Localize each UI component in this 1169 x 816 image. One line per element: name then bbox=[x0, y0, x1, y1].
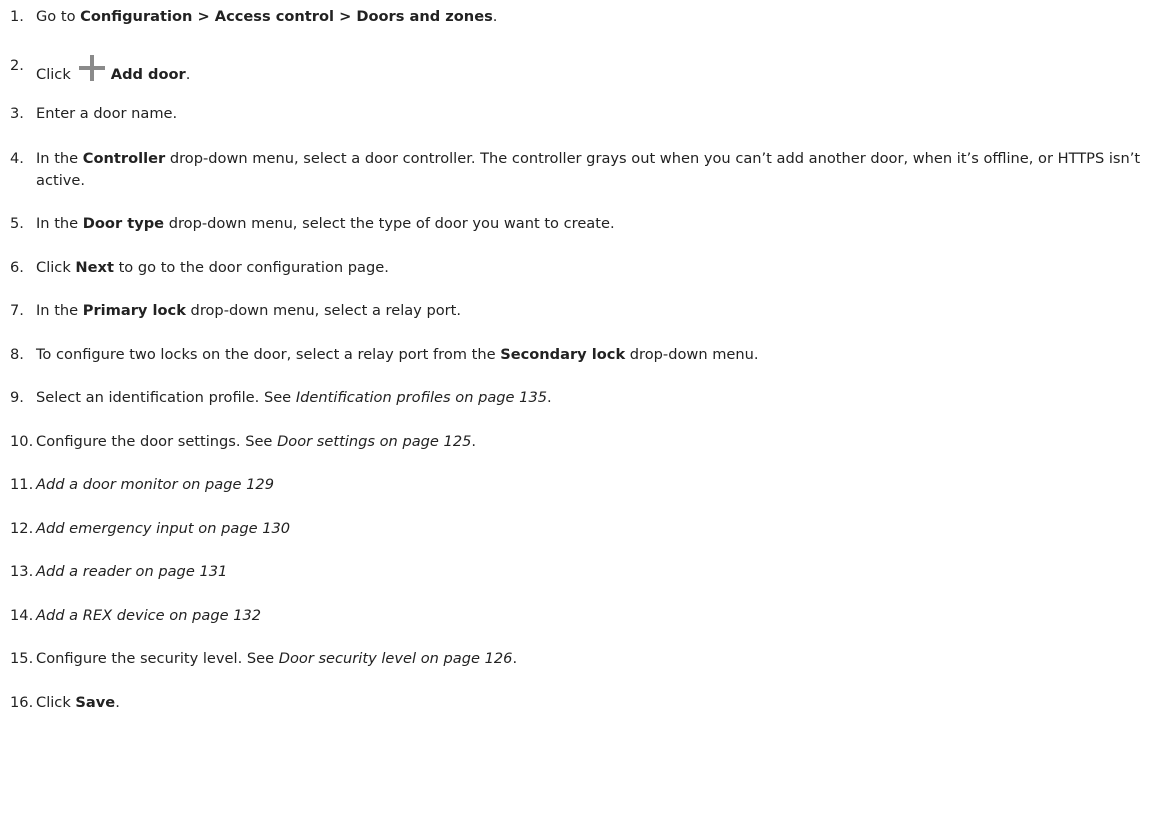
step-number: 3. bbox=[10, 105, 24, 122]
step-text: Add a reader on page 131 bbox=[36, 561, 1160, 583]
step-number: 12. bbox=[10, 520, 34, 537]
step-text: In the Controller drop-down menu, select… bbox=[36, 150, 1141, 189]
step-12: 12. Add emergency input on page 130 bbox=[10, 518, 1160, 540]
step-3: 3. Enter a door name. bbox=[10, 103, 1160, 125]
step-text: Click Next to go to the door configurati… bbox=[36, 259, 389, 276]
menu-path: Configuration > Access control > Doors a… bbox=[80, 8, 493, 25]
cross-reference-link[interactable]: Door settings on page 125 bbox=[277, 433, 471, 450]
step-14: 14. Add a REX device on page 132 bbox=[10, 605, 1160, 627]
cross-reference-link[interactable]: Add a door monitor on page 129 bbox=[36, 476, 274, 493]
step-text: Add a door monitor on page 129 bbox=[36, 474, 1160, 496]
step-number: 6. bbox=[10, 259, 24, 276]
step-text: Click Save. bbox=[36, 694, 120, 711]
step-11: 11. Add a door monitor on page 129 bbox=[10, 474, 1160, 496]
step-15: 15. Configure the security level. See Do… bbox=[10, 648, 1160, 670]
step-16: 16. Click Save. bbox=[10, 692, 1160, 714]
step-number: 5. bbox=[10, 215, 24, 232]
step-number: 10. bbox=[10, 433, 34, 450]
step-number: 16. bbox=[10, 694, 34, 711]
step-number: 9. bbox=[10, 389, 24, 406]
step-5: 5. In the Door type drop-down menu, sele… bbox=[10, 213, 1160, 235]
step-number: 14. bbox=[10, 607, 34, 624]
step-text: Configure the security level. See Door s… bbox=[36, 650, 518, 667]
step-9: 9. Select an identification profile. See… bbox=[10, 387, 1160, 409]
step-text: In the Primary lock drop-down menu, sele… bbox=[36, 302, 462, 319]
step-text: To configure two locks on the door, sele… bbox=[36, 346, 759, 363]
cross-reference-link[interactable]: Add emergency input on page 130 bbox=[36, 520, 290, 537]
step-text: Add emergency input on page 130 bbox=[36, 518, 1160, 540]
step-2: 2. Click Add door. bbox=[10, 55, 1160, 86]
cross-reference-link[interactable]: Add a REX device on page 132 bbox=[36, 607, 261, 624]
cross-reference-link[interactable]: Add a reader on page 131 bbox=[36, 563, 227, 580]
step-number: 8. bbox=[10, 346, 24, 363]
cross-reference-link[interactable]: Door security level on page 126 bbox=[279, 650, 513, 667]
step-7: 7. In the Primary lock drop-down menu, s… bbox=[10, 300, 1160, 322]
step-number: 2. bbox=[10, 57, 24, 74]
add-door-label: Add door bbox=[110, 66, 186, 83]
step-text: Enter a door name. bbox=[36, 105, 178, 122]
step-number: 4. bbox=[10, 150, 24, 167]
step-number: 15. bbox=[10, 650, 34, 667]
cross-reference-link[interactable]: Identification profiles on page 135 bbox=[296, 389, 547, 406]
step-text: Configure the door settings. See Door se… bbox=[36, 433, 477, 450]
step-1: 1. Go to Configuration > Access control … bbox=[10, 6, 1160, 28]
step-text: Click Add door. bbox=[36, 55, 1160, 86]
step-8: 8. To configure two locks on the door, s… bbox=[10, 344, 1160, 366]
plus-icon bbox=[78, 55, 105, 81]
step-10: 10. Configure the door settings. See Doo… bbox=[10, 431, 1160, 453]
step-text: Add a REX device on page 132 bbox=[36, 605, 1160, 627]
step-4: 4. In the Controller drop-down menu, sel… bbox=[10, 148, 1160, 192]
step-number: 1. bbox=[10, 8, 24, 25]
step-6: 6. Click Next to go to the door configur… bbox=[10, 257, 1160, 279]
step-number: 13. bbox=[10, 563, 34, 580]
step-number: 7. bbox=[10, 302, 24, 319]
step-text: Go to Configuration > Access control > D… bbox=[36, 8, 498, 25]
step-text: In the Door type drop-down menu, select … bbox=[36, 215, 615, 232]
step-13: 13. Add a reader on page 131 bbox=[10, 561, 1160, 583]
step-number: 11. bbox=[10, 476, 34, 493]
step-text: Select an identification profile. See Id… bbox=[36, 389, 552, 406]
